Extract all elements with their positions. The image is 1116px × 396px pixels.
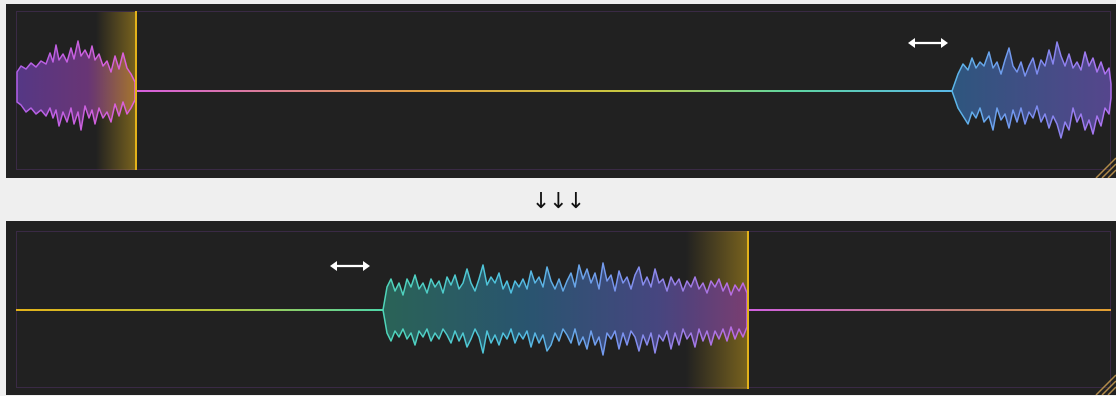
audio-clip[interactable] <box>382 231 749 389</box>
timeline-panel-after <box>6 221 1116 395</box>
double-arrow-horizontal-icon[interactable] <box>330 261 370 271</box>
timeline-panel-before <box>6 4 1116 178</box>
resize-grip-icon[interactable] <box>1095 374 1116 395</box>
audio-clip-right[interactable] <box>951 41 1112 139</box>
waveform-canvas-after <box>16 231 1116 395</box>
double-arrow-horizontal-icon[interactable] <box>908 38 948 48</box>
transition-arrows: ↓↓↓ <box>531 189 585 214</box>
audio-clip-left[interactable] <box>16 11 137 170</box>
resize-grip-icon[interactable] <box>1095 157 1116 178</box>
waveform-canvas-before <box>16 11 1116 178</box>
